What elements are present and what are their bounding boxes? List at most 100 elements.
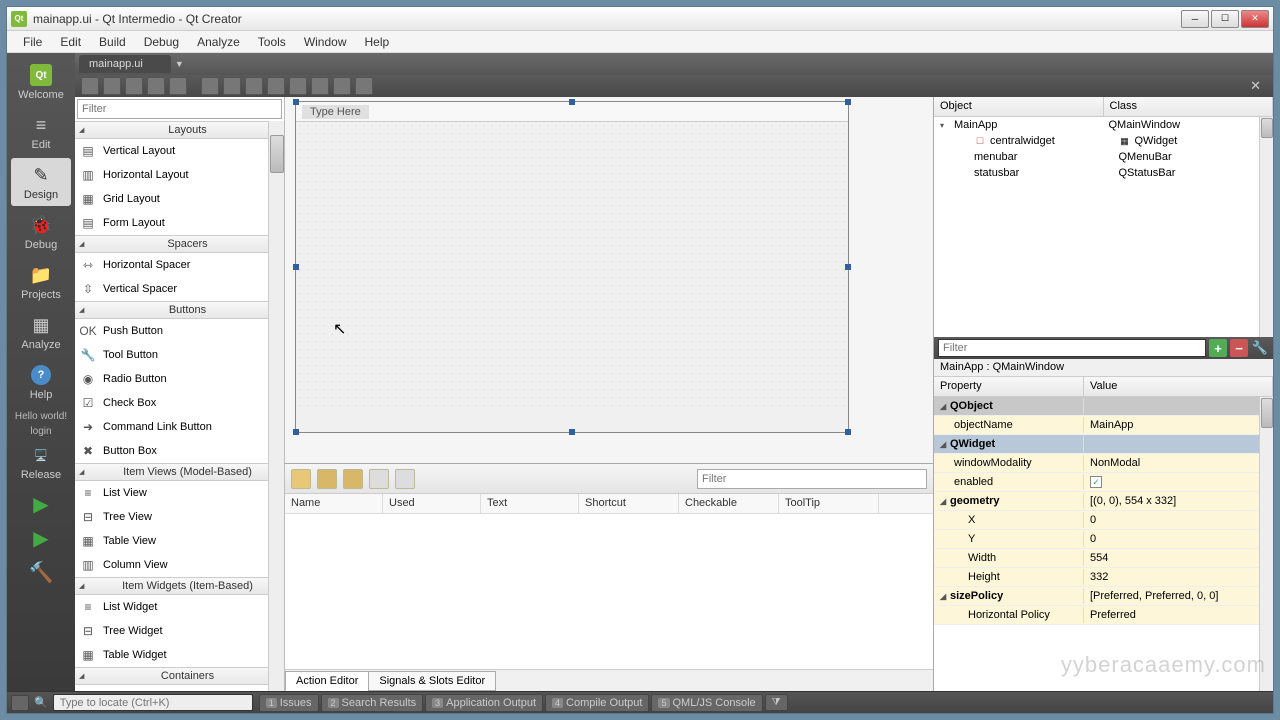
property-row[interactable]: ◢QWidget bbox=[934, 435, 1273, 454]
widget-list-widget[interactable]: ≡List Widget bbox=[75, 595, 284, 619]
action-col[interactable]: Shortcut bbox=[579, 494, 679, 513]
category-header[interactable]: Spacers bbox=[75, 235, 284, 253]
property-row[interactable]: ◢QObject bbox=[934, 397, 1273, 416]
output-pane-application-output[interactable]: 3Application Output bbox=[425, 694, 543, 712]
document-tab[interactable]: mainapp.ui bbox=[79, 55, 171, 73]
category-header[interactable]: Layouts bbox=[75, 121, 284, 139]
add-property-icon[interactable]: + bbox=[1209, 339, 1227, 357]
property-row[interactable]: windowModalityNonModal bbox=[934, 454, 1273, 473]
sidebar-toggle-icon[interactable] bbox=[11, 695, 29, 711]
property-row[interactable]: ◢geometry[(0, 0), 554 x 332] bbox=[934, 492, 1273, 511]
output-pane-compile-output[interactable]: 4Compile Output bbox=[545, 694, 649, 712]
act-icon[interactable] bbox=[343, 469, 363, 489]
widget-column-view[interactable]: ▥Column View bbox=[75, 553, 284, 577]
widget-group-box[interactable]: ▢Group Box bbox=[75, 685, 284, 691]
property-row[interactable]: Width554 bbox=[934, 549, 1273, 568]
pane-selector-icon[interactable]: ⧩ bbox=[765, 694, 788, 711]
maximize-button[interactable]: ☐ bbox=[1211, 10, 1239, 28]
tb-icon[interactable] bbox=[267, 77, 285, 95]
action-col[interactable]: Used bbox=[383, 494, 481, 513]
menu-file[interactable]: File bbox=[15, 32, 50, 52]
tb-icon[interactable] bbox=[355, 77, 373, 95]
category-header[interactable]: Containers bbox=[75, 667, 284, 685]
mode-design[interactable]: ✎Design bbox=[11, 158, 71, 206]
tb-icon[interactable] bbox=[311, 77, 329, 95]
build-button[interactable]: 🔨 bbox=[11, 556, 71, 588]
widget-horizontal-spacer[interactable]: ⇿Horizontal Spacer bbox=[75, 253, 284, 277]
widget-command-link-button[interactable]: ➜Command Link Button bbox=[75, 415, 284, 439]
checkbox-icon[interactable]: ✓ bbox=[1090, 476, 1102, 488]
mode-help[interactable]: ?Help bbox=[11, 358, 71, 406]
expand-icon[interactable]: ▾ bbox=[940, 121, 950, 130]
object-row[interactable]: ☐centralwidget▦QWidget bbox=[934, 133, 1273, 149]
widget-tool-button[interactable]: 🔧Tool Button bbox=[75, 343, 284, 367]
tb-icon[interactable] bbox=[245, 77, 263, 95]
menu-tools[interactable]: Tools bbox=[250, 32, 294, 52]
editor-tab[interactable]: Signals & Slots Editor bbox=[368, 671, 496, 691]
property-editor[interactable]: ◢QObjectobjectNameMainApp◢QWidgetwindowM… bbox=[934, 397, 1273, 691]
widget-table-view[interactable]: ▦Table View bbox=[75, 529, 284, 553]
kit-selector[interactable]: 🖥️Release bbox=[11, 438, 71, 486]
expand-icon[interactable]: ◢ bbox=[940, 497, 950, 506]
property-row[interactable]: Height332 bbox=[934, 568, 1273, 587]
menu-build[interactable]: Build bbox=[91, 32, 134, 52]
property-row[interactable]: X0 bbox=[934, 511, 1273, 530]
tool-icon[interactable] bbox=[395, 469, 415, 489]
mode-projects[interactable]: 📁Projects bbox=[11, 258, 71, 306]
form-canvas[interactable]: Type Here ↖ bbox=[285, 97, 933, 463]
object-row[interactable]: statusbarQStatusBar bbox=[934, 165, 1273, 181]
mode-analyze[interactable]: ▦Analyze bbox=[11, 308, 71, 356]
widget-form-layout[interactable]: ▤Form Layout bbox=[75, 211, 284, 235]
minimize-button[interactable]: ─ bbox=[1181, 10, 1209, 28]
menu-window[interactable]: Window bbox=[296, 32, 355, 52]
menu-edit[interactable]: Edit bbox=[52, 32, 89, 52]
widget-grid-layout[interactable]: ▦Grid Layout bbox=[75, 187, 284, 211]
action-col[interactable]: Checkable bbox=[679, 494, 779, 513]
widget-table-widget[interactable]: ▦Table Widget bbox=[75, 643, 284, 667]
widget-horizontal-layout[interactable]: ▥Horizontal Layout bbox=[75, 163, 284, 187]
mode-debug[interactable]: 🐞Debug bbox=[11, 208, 71, 256]
tb-icon[interactable] bbox=[125, 77, 143, 95]
obj-col-class[interactable]: Class bbox=[1104, 97, 1274, 116]
locator-input[interactable] bbox=[53, 694, 253, 711]
act-icon[interactable] bbox=[317, 469, 337, 489]
remove-property-icon[interactable]: − bbox=[1230, 339, 1248, 357]
widget-radio-button[interactable]: ◉Radio Button bbox=[75, 367, 284, 391]
tb-icon[interactable] bbox=[147, 77, 165, 95]
tb-icon[interactable] bbox=[333, 77, 351, 95]
widget-check-box[interactable]: ☑Check Box bbox=[75, 391, 284, 415]
widget-tree-widget[interactable]: ⊟Tree Widget bbox=[75, 619, 284, 643]
property-row[interactable]: objectNameMainApp bbox=[934, 416, 1273, 435]
category-header[interactable]: Buttons bbox=[75, 301, 284, 319]
mode-edit[interactable]: ≡Edit bbox=[11, 108, 71, 156]
action-filter[interactable] bbox=[697, 469, 927, 489]
widget-push-button[interactable]: OKPush Button bbox=[75, 319, 284, 343]
menu-debug[interactable]: Debug bbox=[136, 32, 187, 52]
tb-icon[interactable] bbox=[103, 77, 121, 95]
widget-vertical-layout[interactable]: ▤Vertical Layout bbox=[75, 139, 284, 163]
widgetbox-filter[interactable] bbox=[77, 99, 282, 119]
menu-analyze[interactable]: Analyze bbox=[189, 32, 248, 52]
property-row[interactable]: ◢sizePolicy[Preferred, Preferred, 0, 0] bbox=[934, 587, 1273, 606]
prop-col-property[interactable]: Property bbox=[934, 377, 1084, 396]
action-col[interactable]: Text bbox=[481, 494, 579, 513]
scrollbar[interactable] bbox=[1259, 117, 1273, 337]
editor-tab[interactable]: Action Editor bbox=[285, 671, 369, 691]
tb-icon[interactable] bbox=[223, 77, 241, 95]
delete-action-icon[interactable] bbox=[369, 469, 389, 489]
action-col[interactable]: ToolTip bbox=[779, 494, 879, 513]
prop-col-value[interactable]: Value bbox=[1084, 377, 1273, 396]
run-debug-button[interactable]: ▶ bbox=[11, 522, 71, 554]
output-pane-qml-js-console[interactable]: 5QML/JS Console bbox=[651, 694, 762, 712]
object-inspector[interactable]: ▾MainAppQMainWindow☐centralwidget▦QWidge… bbox=[934, 117, 1273, 337]
action-table-body[interactable] bbox=[285, 514, 933, 669]
widget-list-view[interactable]: ≡List View bbox=[75, 481, 284, 505]
form-main-window[interactable]: Type Here bbox=[295, 101, 849, 433]
output-pane-issues[interactable]: 1Issues bbox=[259, 694, 319, 712]
menubar-type-here[interactable]: Type Here bbox=[302, 105, 369, 119]
property-row[interactable]: Horizontal PolicyPreferred bbox=[934, 606, 1273, 625]
widget-vertical-spacer[interactable]: ⇳Vertical Spacer bbox=[75, 277, 284, 301]
category-header[interactable]: Item Views (Model-Based) bbox=[75, 463, 284, 481]
action-col[interactable]: Name bbox=[285, 494, 383, 513]
property-filter[interactable] bbox=[938, 339, 1206, 357]
